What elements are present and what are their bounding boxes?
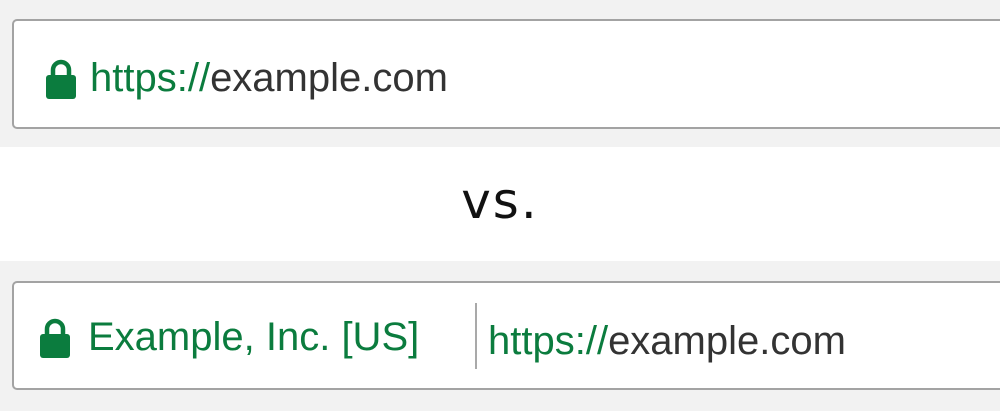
address-bar-standard[interactable]: https://example.com <box>12 19 1000 129</box>
url-host: example.com <box>210 56 448 100</box>
url-text: https://example.com <box>90 58 448 98</box>
comparison-label: vs. <box>461 172 539 230</box>
address-bar-ev[interactable]: Example, Inc. [US] https://example.com <box>12 281 1000 390</box>
lock-icon <box>40 318 70 358</box>
divider <box>475 303 477 369</box>
url-text: https://example.com <box>488 321 846 361</box>
url-scheme: https:// <box>90 56 211 100</box>
lock-icon <box>46 59 76 99</box>
url-scheme: https:// <box>488 319 609 363</box>
url-host: example.com <box>608 319 846 363</box>
ev-organization-name[interactable]: Example, Inc. [US] <box>88 317 419 357</box>
